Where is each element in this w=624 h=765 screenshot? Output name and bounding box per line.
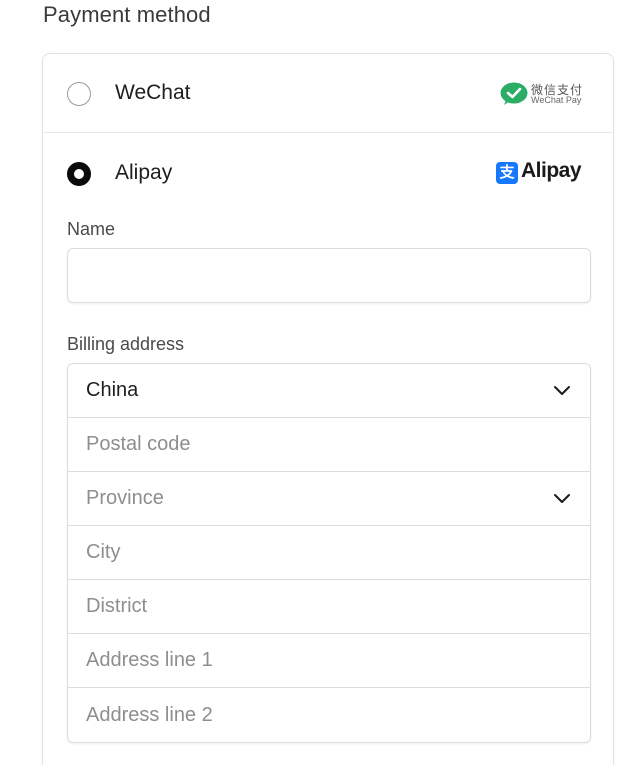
billing-address-group: China	[67, 363, 591, 743]
alipay-label: Alipay	[115, 161, 173, 184]
wechat-logo-en: WeChat Pay	[531, 95, 582, 105]
address-line-2-input[interactable]	[68, 688, 590, 742]
district-input[interactable]	[68, 580, 590, 633]
payment-option-alipay[interactable]: Alipay 支 Alipay	[43, 134, 613, 213]
alipay-icon: 支 Alipay	[496, 159, 582, 185]
province-select[interactable]	[68, 472, 590, 526]
country-value: China	[86, 379, 139, 401]
address-line-1-row	[68, 634, 590, 688]
chevron-down-icon	[554, 494, 570, 503]
wechat-label: WeChat	[115, 81, 191, 104]
city-row	[68, 526, 590, 580]
district-row	[68, 580, 590, 634]
payment-method-card: WeChat 微信支付 WeChat Pay Alipay 支 Alipay N…	[42, 53, 614, 765]
wechat-bubble-icon	[500, 82, 528, 105]
alipay-logo-text: Alipay	[521, 159, 582, 182]
billing-address-label: Billing address	[67, 334, 185, 354]
address-line-1-input[interactable]	[68, 634, 590, 687]
address-line-2-row	[68, 688, 590, 742]
postal-code-input[interactable]	[68, 418, 590, 471]
wechat-radio[interactable]	[67, 82, 91, 106]
payment-page: Payment method WeChat 微信支付 WeChat Pay Al…	[0, 0, 624, 765]
name-label: Name	[67, 219, 116, 239]
section-title: Payment method	[43, 2, 211, 27]
alipay-radio[interactable]	[67, 162, 91, 186]
alipay-glyph-icon: 支	[496, 162, 518, 184]
wechat-pay-icon: 微信支付 WeChat Pay	[500, 82, 582, 108]
payment-option-wechat[interactable]: WeChat 微信支付 WeChat Pay	[43, 54, 613, 133]
chevron-down-icon	[554, 386, 570, 395]
name-input[interactable]	[67, 248, 591, 303]
postal-code-row	[68, 418, 590, 472]
province-input[interactable]	[68, 472, 590, 525]
country-select[interactable]: China	[68, 364, 590, 418]
city-input[interactable]	[68, 526, 590, 579]
